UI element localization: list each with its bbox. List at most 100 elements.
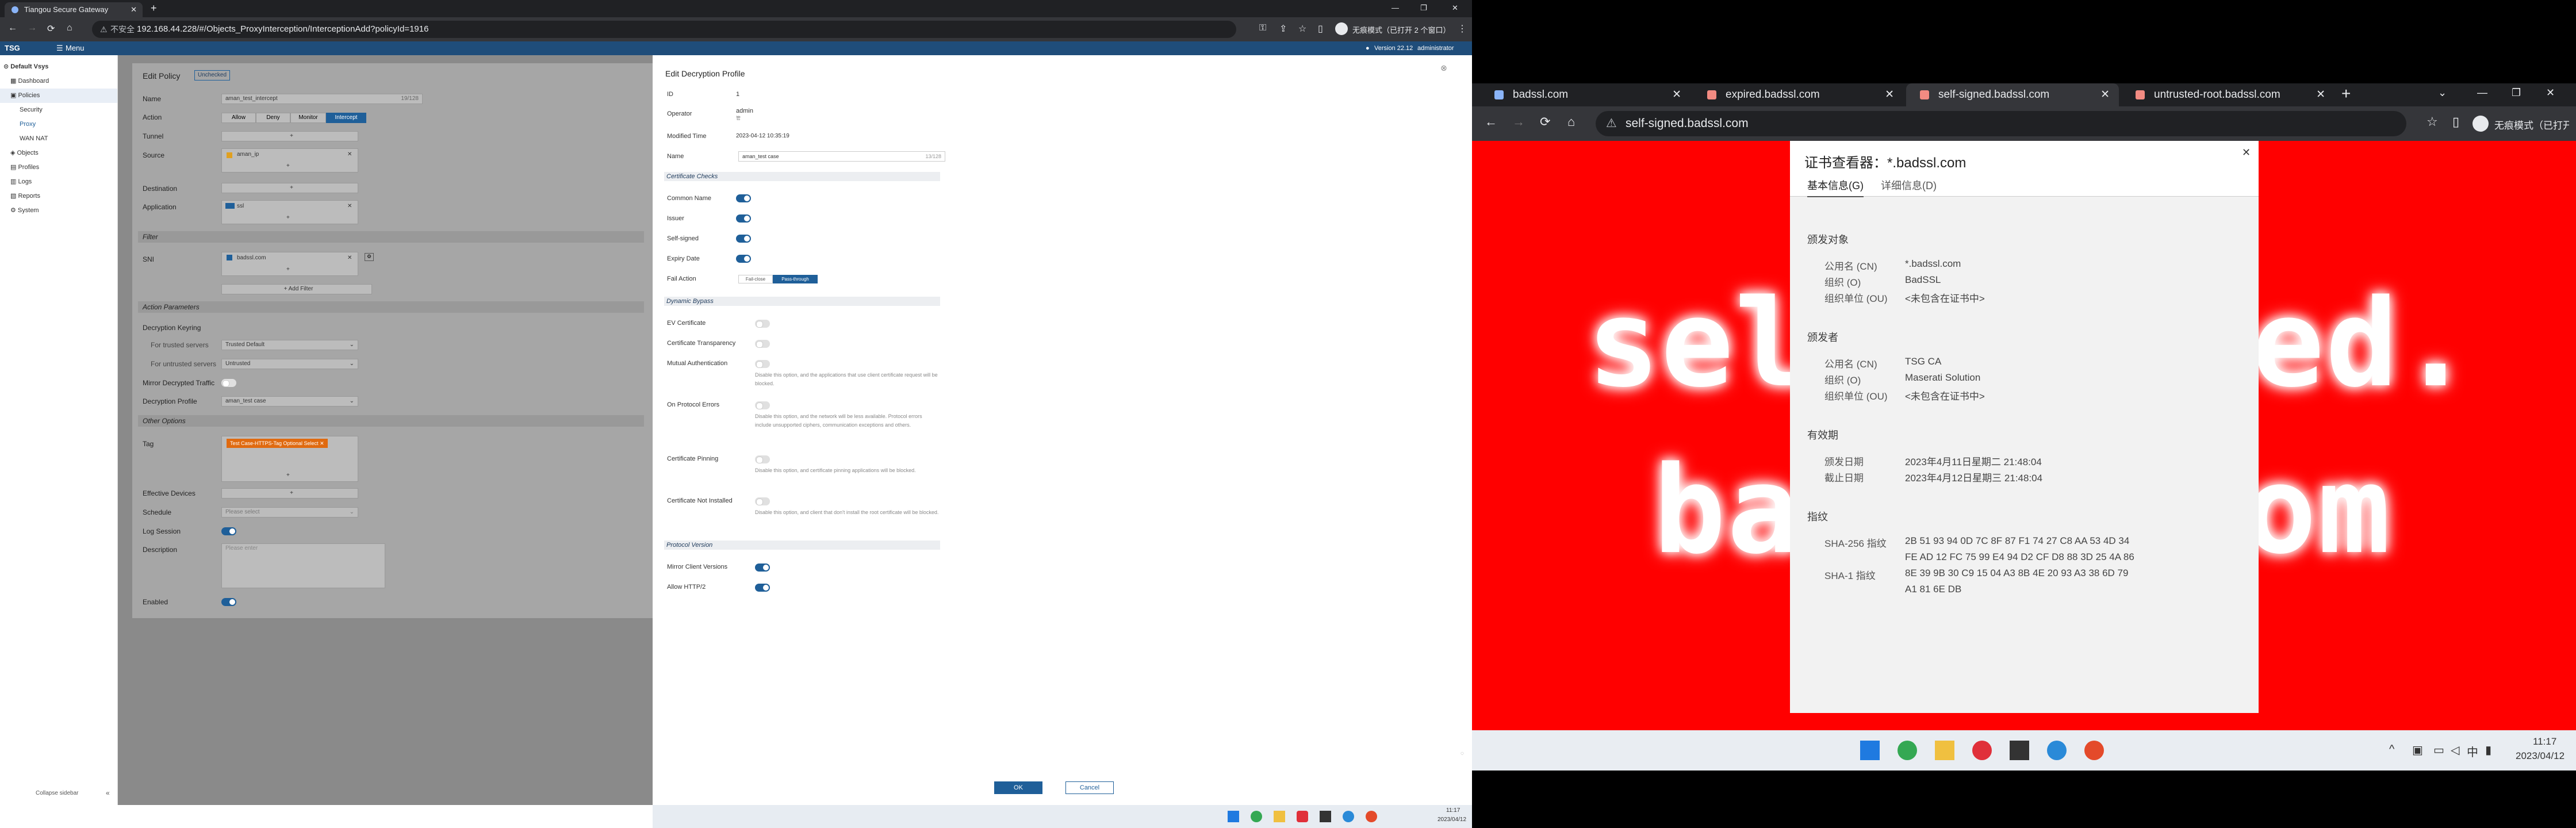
bookmark-star-icon[interactable]: ☆ [1298, 23, 1306, 34]
back-icon[interactable]: ← [8, 23, 17, 33]
policy-name-input[interactable]: aman_test_intercept 19/128 [221, 94, 423, 104]
right-tab-badssl[interactable]: badssl.com ✕ [1481, 83, 1690, 106]
home-icon[interactable]: ⌂ [1567, 114, 1575, 129]
chat-app-icon[interactable] [2047, 741, 2067, 760]
sidebar-item-wan-nat[interactable]: WAN NAT [0, 132, 117, 146]
log-session-toggle[interactable] [221, 527, 236, 535]
left-clock-time[interactable]: 11:17 [1446, 807, 1460, 814]
new-tab-icon[interactable]: + [2341, 85, 2351, 103]
sni-settings-icon[interactable]: ⚙ [365, 253, 374, 261]
key-icon[interactable]: ⚿ [1259, 23, 1266, 33]
browser-menu-icon[interactable]: ⋮ [1458, 23, 1467, 34]
right-clock-date[interactable]: 2023/04/12 [2516, 750, 2564, 762]
close-window-icon[interactable]: ✕ [1452, 3, 1458, 13]
close-tab-icon[interactable]: ✕ [1885, 83, 1894, 106]
close-dialog-icon[interactable]: ✕ [2242, 147, 2251, 159]
sidebar-item-policies[interactable]: ▣ Policies [0, 89, 117, 103]
browser-app-icon[interactable] [2084, 741, 2104, 760]
effective-devices-add[interactable]: + [221, 488, 358, 499]
file-explorer-icon[interactable] [1935, 741, 1954, 760]
right-tab-self-signed[interactable]: self-signed.badssl.com ✕ [1906, 83, 2119, 106]
incognito-icon[interactable] [2472, 116, 2489, 132]
home-icon[interactable]: ⌂ [67, 23, 72, 33]
volume-icon[interactable]: ◁ [2451, 743, 2459, 757]
minimize-icon[interactable]: — [1392, 3, 1399, 12]
mirror-toggle[interactable] [221, 379, 236, 387]
dev-tool-icon[interactable] [1320, 811, 1331, 822]
remove-app-icon[interactable]: ✕ [347, 202, 352, 211]
incognito-icon[interactable] [1335, 22, 1348, 35]
issuer-toggle[interactable] [736, 214, 751, 223]
left-browser-tab[interactable]: Tiangou Secure Gateway ✕ [5, 2, 143, 17]
right-address-bar[interactable]: ⚠ self-signed.badssl.com [1596, 111, 2406, 136]
profile-name-input[interactable]: aman_test case 13/128 [738, 151, 945, 162]
right-tab-untrusted-root[interactable]: untrusted-root.badssl.com ✕ [2122, 83, 2334, 106]
maximize-icon[interactable]: ❐ [2512, 87, 2521, 99]
browser-app-icon[interactable] [1366, 811, 1377, 822]
reload-icon[interactable]: ⟳ [1540, 114, 1550, 129]
forward-icon[interactable]: → [1512, 114, 1525, 129]
new-tab-icon[interactable]: + [151, 2, 157, 14]
tunnel-add[interactable]: + [221, 131, 358, 141]
cancel-button[interactable]: Cancel [1065, 781, 1114, 794]
tab-details[interactable]: 详细信息(D) [1881, 178, 1937, 193]
add-sni-icon[interactable]: + [286, 265, 290, 274]
collapse-sidebar-button[interactable]: Collapse sidebar [36, 790, 79, 796]
chat-app-icon[interactable] [1343, 811, 1354, 822]
decryption-profile-select[interactable]: aman_test case ⌄ [221, 396, 358, 407]
close-drawer-icon[interactable]: ⊗ [1440, 63, 1447, 73]
action-deny[interactable]: Deny [256, 113, 290, 123]
allow-http2-toggle[interactable] [755, 584, 770, 592]
chrome-icon[interactable] [1897, 741, 1917, 760]
trusted-keyring-select[interactable]: Trusted Default ⌄ [221, 340, 358, 350]
remove-source-icon[interactable]: ✕ [347, 150, 352, 159]
tag-chip[interactable]: Test Case-HTTPS-Tag Optional Select ✕ [227, 439, 328, 448]
sidebar-item-system[interactable]: ⚙ System [0, 204, 117, 218]
action-allow[interactable]: Allow [221, 113, 256, 123]
remove-sni-icon[interactable]: ✕ [347, 254, 352, 263]
side-panel-icon[interactable]: ▯ [2452, 114, 2459, 129]
left-clock-date[interactable]: 2023/04/12 [1438, 816, 1466, 823]
right-clock-time[interactable]: 11:17 [2533, 736, 2556, 747]
file-explorer-icon[interactable] [1274, 811, 1285, 822]
menu-icon[interactable]: ☰ [56, 41, 63, 55]
tab-search-icon[interactable]: ⌄ [2438, 87, 2447, 99]
tab-general[interactable]: 基本信息(G) [1807, 178, 1864, 197]
action-intercept[interactable]: Intercept [326, 113, 366, 123]
cert-transparency-toggle[interactable] [755, 340, 770, 348]
sidebar-item-profiles[interactable]: ▤ Profiles [0, 160, 117, 175]
chrome-icon[interactable] [1251, 811, 1262, 822]
sidebar-item-security[interactable]: Security [0, 103, 117, 117]
site-info-icon[interactable]: ⚠ [1606, 111, 1617, 136]
ok-button[interactable]: OK [994, 781, 1042, 794]
sidebar-item-dashboard[interactable]: ▦ Dashboard [0, 74, 117, 89]
back-icon[interactable]: ← [1485, 114, 1497, 129]
add-source-icon[interactable]: + [286, 162, 290, 171]
destination-add[interactable]: + [221, 183, 358, 193]
close-tab-icon[interactable]: ✕ [131, 2, 137, 17]
add-tag-icon[interactable]: + [286, 471, 290, 480]
scroll-top-icon[interactable]: ◌ [1460, 750, 1464, 757]
left-address-bar[interactable]: ⚠ 不安全 192.168.44.228/#/Objects_ProxyInte… [92, 21, 1236, 38]
schedule-select[interactable]: Please select ⌄ [221, 507, 358, 518]
maximize-icon[interactable]: ❐ [1420, 3, 1427, 13]
menu-button[interactable]: Menu [66, 41, 85, 55]
battery-icon[interactable]: ▮ [2485, 743, 2491, 757]
user-menu[interactable]: administrator [1417, 41, 1454, 55]
side-panel-icon[interactable]: ▯ [1318, 23, 1323, 34]
tray-app-icon[interactable]: ▣ [2412, 743, 2423, 757]
mutual-auth-toggle[interactable] [755, 360, 770, 368]
cert-not-installed-toggle[interactable] [755, 497, 770, 505]
sidebar-item-vsys[interactable]: ⊙ Default Vsys [0, 60, 117, 74]
close-window-icon[interactable]: ✕ [2546, 87, 2555, 99]
sidebar-item-proxy[interactable]: Proxy [0, 117, 117, 132]
common-name-toggle[interactable] [736, 194, 751, 202]
mirror-client-toggle[interactable] [755, 564, 770, 572]
untrusted-keyring-select[interactable]: Untrusted ⌄ [221, 359, 358, 369]
forward-icon[interactable]: → [28, 23, 37, 33]
close-tab-icon[interactable]: ✕ [2100, 83, 2110, 106]
self-signed-toggle[interactable] [736, 235, 751, 243]
protocol-errors-toggle[interactable] [755, 401, 770, 409]
music-app-icon[interactable] [1297, 811, 1308, 822]
windows-start-icon[interactable] [1228, 811, 1239, 822]
